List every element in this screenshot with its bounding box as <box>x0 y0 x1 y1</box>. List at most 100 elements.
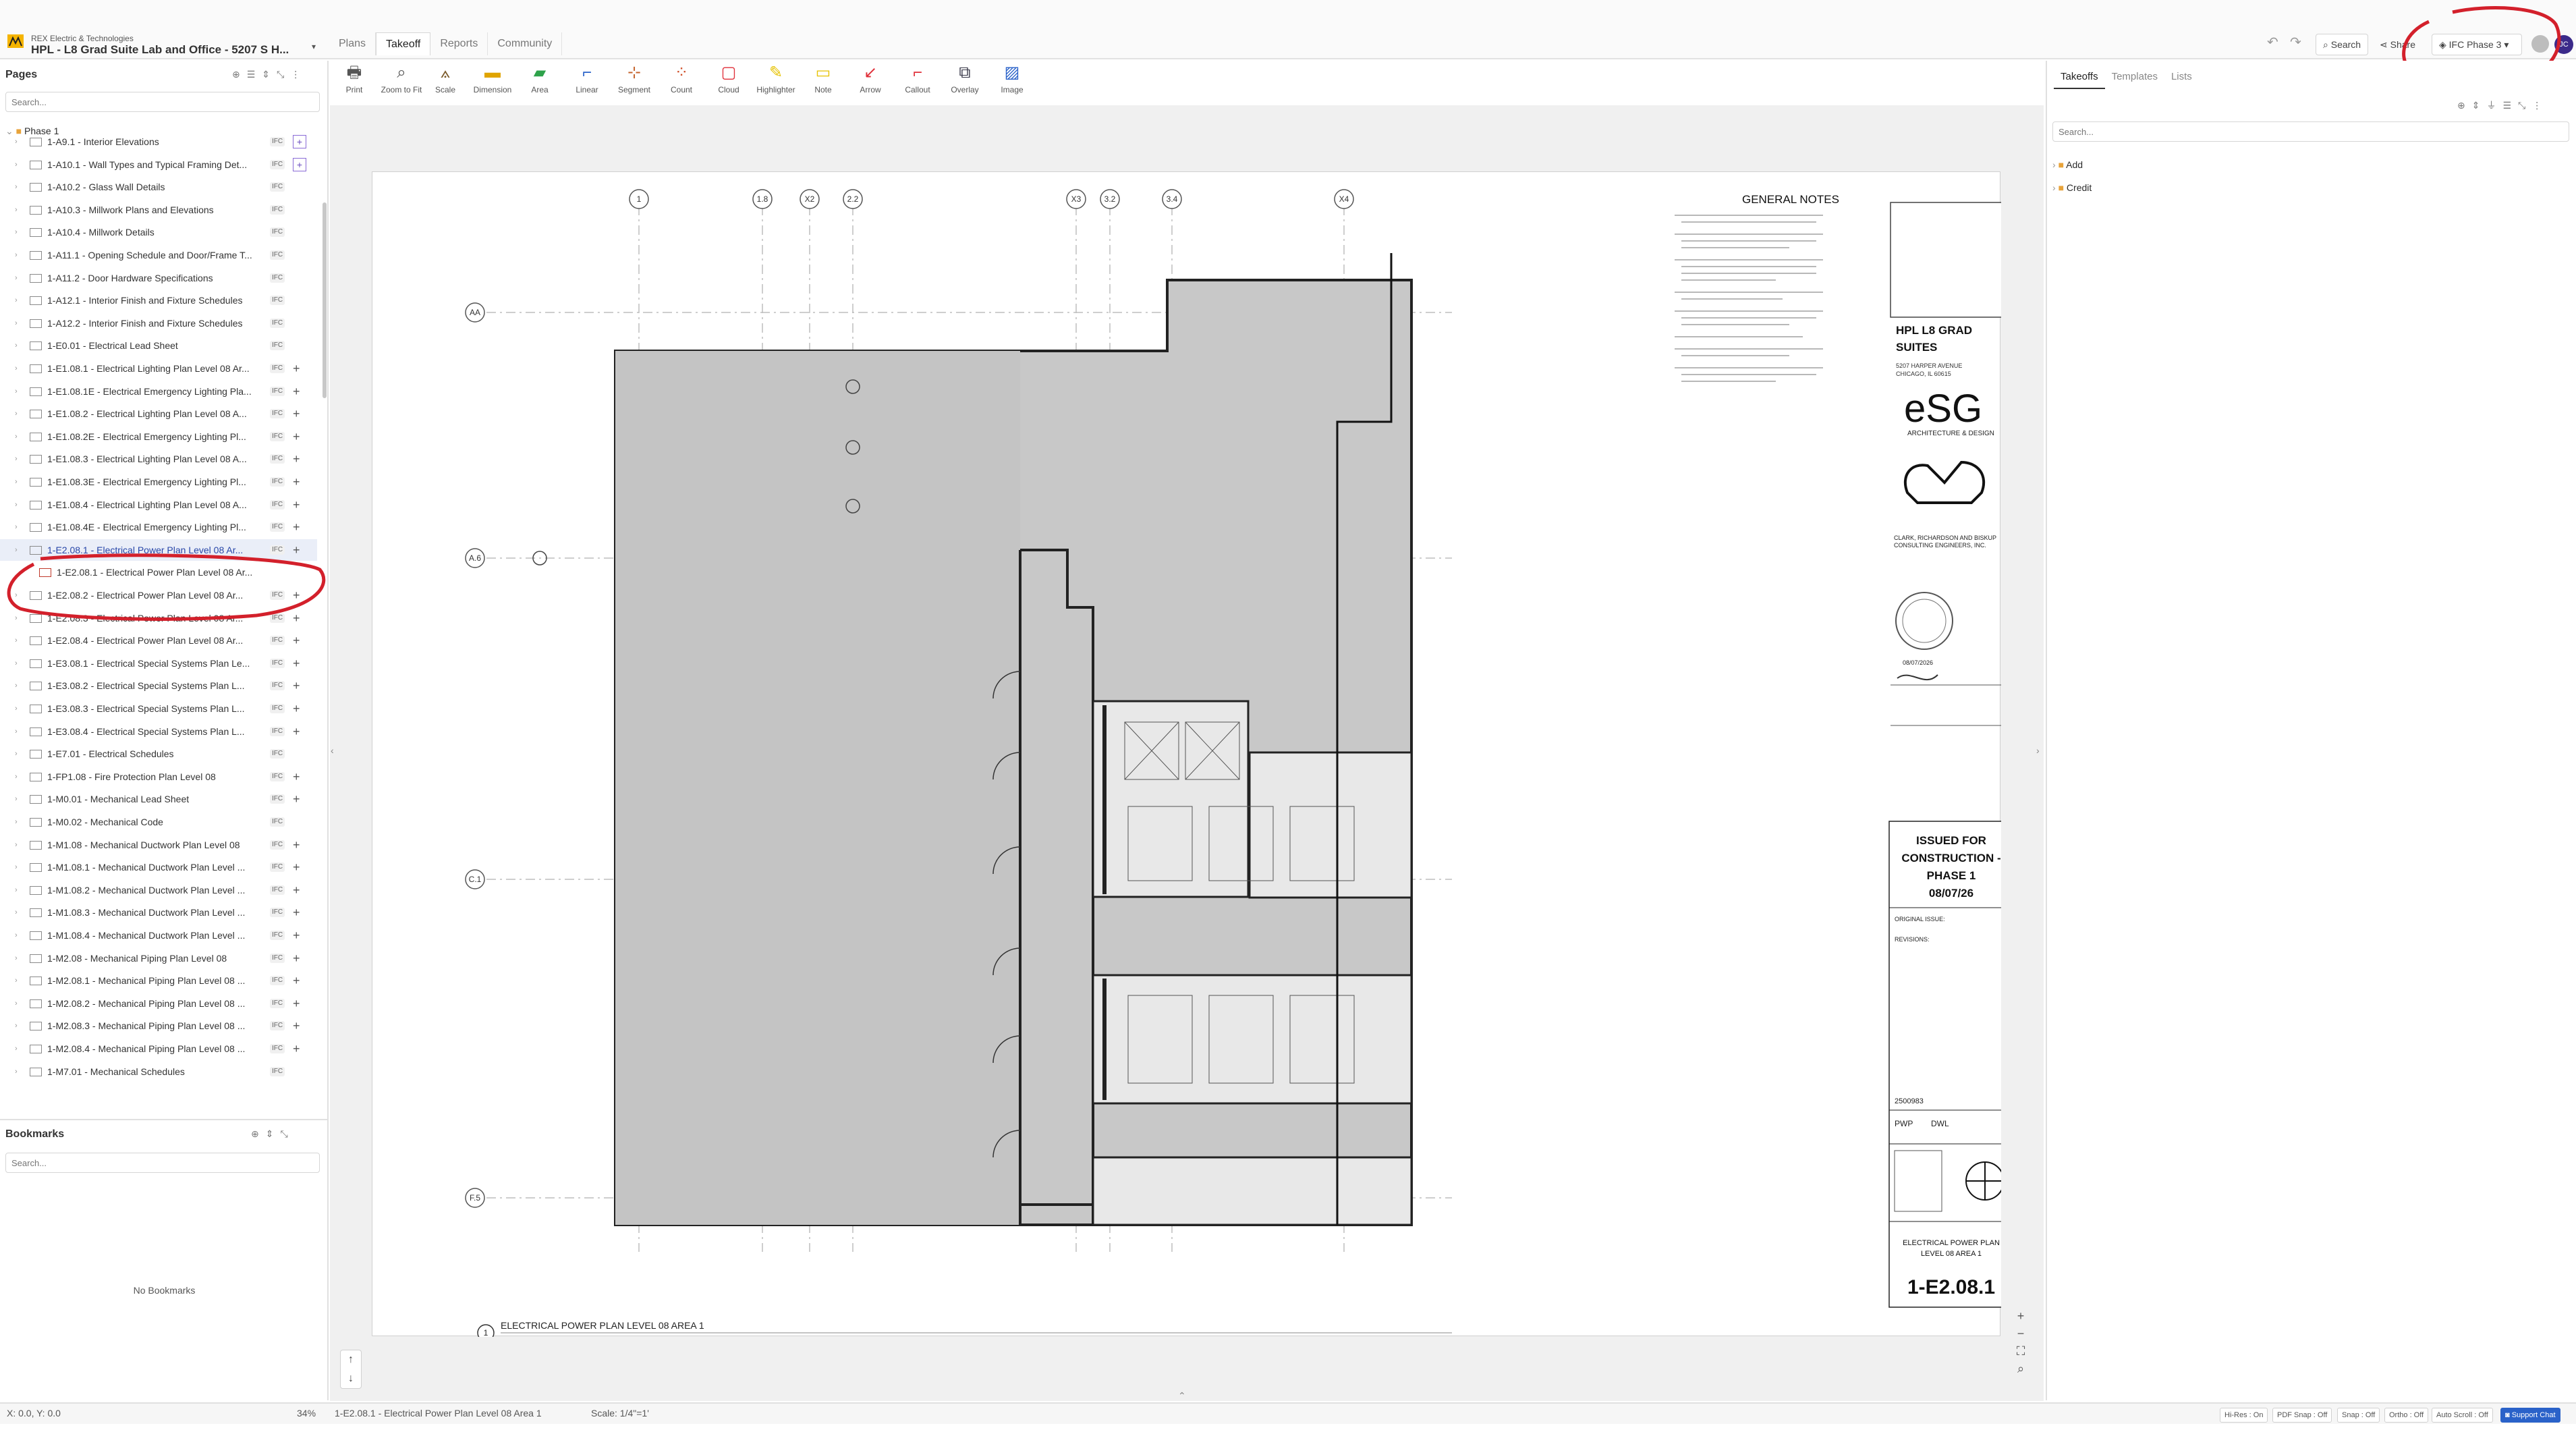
add-takeoff-icon[interactable]: + <box>293 448 300 470</box>
drawing-sheet[interactable]: 1 1.8 X2 2.2 X3 3.2 3.4 X4 AA A.6 C.1 F.… <box>372 171 2019 1342</box>
add-takeoff-icon[interactable]: + <box>293 925 300 946</box>
chevron-right-icon[interactable]: › <box>15 1061 18 1082</box>
collapse-icon[interactable]: ⤡ <box>2518 100 2532 111</box>
chevron-right-icon[interactable]: › <box>15 811 18 833</box>
add-takeoff-icon[interactable]: + <box>293 494 300 516</box>
add-takeoff-icon[interactable]: + <box>293 993 300 1014</box>
list-icon[interactable]: ☰ <box>247 69 262 80</box>
page-list-item[interactable]: › 1-M1.08.1 - Mechanical Ductwork Plan Le… <box>0 856 317 878</box>
pdf-snap-toggle[interactable]: PDF Snap : Off <box>2272 1408 2332 1423</box>
page-list-item[interactable]: › 1-M2.08.2 - Mechanical Piping Plan Leve… <box>0 993 317 1014</box>
scale-tool[interactable]: ⟑ Scale <box>422 61 469 94</box>
chevron-right-icon[interactable]: › <box>15 766 18 788</box>
page-list-item[interactable]: › 1-E1.08.1 - Electrical Lighting Plan Le… <box>0 358 317 379</box>
chevron-right-icon[interactable]: › <box>15 1038 18 1060</box>
chevron-right-icon[interactable]: › <box>15 630 18 651</box>
page-list-item[interactable]: › 1-E1.08.3E - Electrical Emergency Light… <box>0 471 317 493</box>
page-list-item[interactable]: › 1-E0.01 - Electrical Lead Sheet IFC <box>0 335 317 356</box>
fullscreen-icon[interactable]: ⛶ <box>2012 1343 2029 1360</box>
zoom-out-icon[interactable]: − <box>2012 1325 2029 1343</box>
sort-icon[interactable]: ⇕ <box>2472 100 2487 111</box>
page-list-item[interactable]: › 1-M7.01 - Mechanical Schedules IFC <box>0 1061 317 1082</box>
page-list-item[interactable]: › 1-E1.08.4 - Electrical Lighting Plan Le… <box>0 494 317 516</box>
add-takeoff-icon[interactable]: + <box>293 471 300 493</box>
page-list-item[interactable]: › 1-M1.08.4 - Mechanical Ductwork Plan Le… <box>0 925 317 946</box>
chevron-right-icon[interactable]: › <box>15 381 18 402</box>
add-takeoff-icon[interactable]: + <box>293 630 300 651</box>
add-icon[interactable]: ⊕ <box>232 69 247 80</box>
callout-tool[interactable]: ⌐ Callout <box>894 61 941 94</box>
chevron-right-icon[interactable]: › <box>15 970 18 991</box>
add-takeoff-icon[interactable]: + <box>293 947 300 969</box>
add-icon[interactable]: ⊕ <box>2457 100 2472 111</box>
area-tool[interactable]: ▰ Area <box>516 61 563 94</box>
chevron-right-icon[interactable]: › <box>15 312 18 334</box>
more-icon[interactable]: ⋮ <box>291 69 307 80</box>
page-list-item[interactable]: › 1-M1.08 - Mechanical Ductwork Plan Leve… <box>0 834 317 856</box>
pages-search-input[interactable] <box>5 92 320 112</box>
chevron-right-icon[interactable]: › <box>15 335 18 356</box>
page-list-item[interactable]: › 1-A11.1 - Opening Schedule and Door/Fra… <box>0 244 317 266</box>
chevron-right-icon[interactable]: › <box>15 1015 18 1037</box>
page-list-item[interactable]: › 1-E1.08.1E - Electrical Emergency Light… <box>0 381 317 402</box>
chevron-right-icon[interactable]: › <box>15 698 18 719</box>
page-list-item[interactable]: › 1-M2.08.4 - Mechanical Piping Plan Leve… <box>0 1038 317 1060</box>
chevron-right-icon[interactable]: › <box>15 879 18 901</box>
page-list-item[interactable]: › 1-M2.08.3 - Mechanical Piping Plan Leve… <box>0 1015 317 1037</box>
previous-page-icon[interactable]: ↑ <box>341 1350 361 1369</box>
chevron-right-icon[interactable]: › <box>15 131 18 153</box>
page-list-item[interactable]: › 1-A10.4 - Millwork Details IFC <box>0 221 317 243</box>
image-tool[interactable]: ▨ Image <box>988 61 1036 94</box>
page-list-item[interactable]: › 1-E3.08.1 - Electrical Special Systems … <box>0 653 317 674</box>
zoom-to-fit-tool[interactable]: ⌕ Zoom to Fit <box>378 61 425 94</box>
note-tool[interactable]: ▭ Note <box>800 61 847 94</box>
chevron-right-icon[interactable]: › <box>15 856 18 878</box>
chevron-right-icon[interactable]: › <box>15 448 18 470</box>
page-list-item[interactable]: › 1-E3.08.4 - Electrical Special Systems … <box>0 721 317 742</box>
page-list-item[interactable]: › 1-M1.08.3 - Mechanical Ductwork Plan Le… <box>0 902 317 923</box>
tab-plans[interactable]: Plans <box>329 32 376 55</box>
page-list-item[interactable]: › 1-E1.08.2 - Electrical Lighting Plan Le… <box>0 403 317 424</box>
highlighter-tool[interactable]: ✎ Highlighter <box>752 61 800 94</box>
folder-add[interactable]: › ■ Add <box>2052 155 2083 174</box>
linear-tool[interactable]: ⌐ Linear <box>563 61 611 94</box>
page-list-item[interactable]: › 1-E2.08.4 - Electrical Power Plan Level… <box>0 630 317 651</box>
chevron-right-icon[interactable]: › <box>15 788 18 810</box>
add-takeoff-icon[interactable]: + <box>293 358 300 379</box>
chevron-right-icon[interactable]: › <box>15 653 18 674</box>
collapse-icon[interactable]: ⤡ <box>277 69 291 80</box>
add-takeoff-icon[interactable]: + <box>293 721 300 742</box>
add-takeoff-icon[interactable]: + <box>293 1038 300 1060</box>
segment-tool[interactable]: ⊹ Segment <box>611 61 658 94</box>
chevron-right-icon[interactable]: › <box>15 154 18 175</box>
add-takeoff-icon[interactable]: + <box>293 403 300 424</box>
cloud-tool[interactable]: ▢ Cloud <box>705 61 752 94</box>
page-list-item[interactable]: › 1-A10.3 - Millwork Plans and Elevations… <box>0 199 317 221</box>
project-selector[interactable]: HPL - L8 Grad Suite Lab and Office - 520… <box>31 43 289 57</box>
folder-credit[interactable]: › ■ Credit <box>2052 178 2092 197</box>
tab-lists[interactable]: Lists <box>2164 66 2199 89</box>
page-list-item[interactable]: › 1-A12.2 - Interior Finish and Fixture S… <box>0 312 317 334</box>
tab-takeoffs[interactable]: Takeoffs <box>2054 66 2105 89</box>
chevron-right-icon[interactable]: › <box>15 267 18 289</box>
tab-reports[interactable]: Reports <box>430 32 488 55</box>
add-takeoff-icon[interactable]: + <box>293 157 306 171</box>
snap-toggle[interactable]: Snap : Off <box>2337 1408 2380 1423</box>
add-icon[interactable]: ⊕ <box>251 1128 266 1139</box>
page-list-item[interactable]: › 1-A12.1 - Interior Finish and Fixture S… <box>0 290 317 311</box>
add-takeoff-icon[interactable]: + <box>293 653 300 674</box>
sort-icon[interactable]: ⇕ <box>266 1128 281 1139</box>
add-takeoff-icon[interactable]: + <box>293 381 300 402</box>
add-takeoff-icon[interactable]: + <box>293 426 300 447</box>
chevron-right-icon[interactable]: › <box>15 743 18 765</box>
chevron-right-icon[interactable]: › <box>15 290 18 311</box>
dimension-tool[interactable]: ▬ Dimension <box>469 61 516 94</box>
tab-templates[interactable]: Templates <box>2105 66 2164 89</box>
add-takeoff-icon[interactable]: + <box>293 516 300 538</box>
page-list-item[interactable]: › 1-A10.2 - Glass Wall Details IFC <box>0 176 317 198</box>
add-takeoff-icon[interactable]: + <box>293 788 300 810</box>
chevron-right-icon[interactable]: › <box>15 516 18 538</box>
chevron-right-icon[interactable]: › <box>15 494 18 516</box>
add-takeoff-icon[interactable]: + <box>293 834 300 856</box>
auto-scroll-toggle[interactable]: Auto Scroll : Off <box>2432 1408 2493 1423</box>
